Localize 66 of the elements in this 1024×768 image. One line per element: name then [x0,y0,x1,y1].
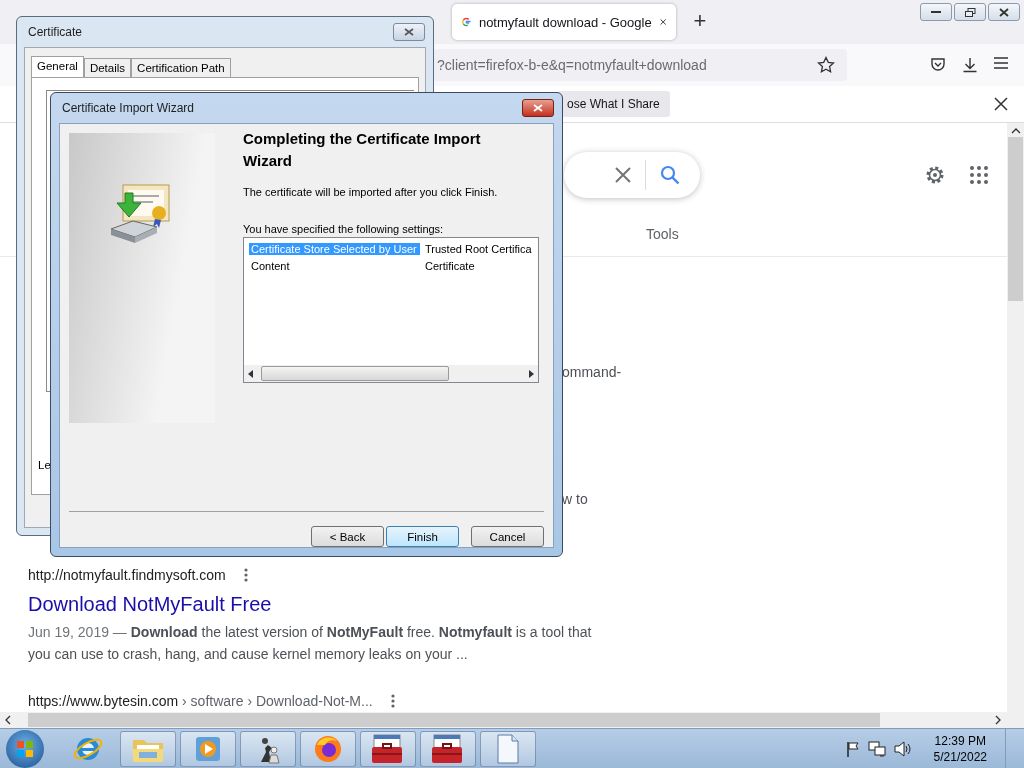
close-button[interactable] [522,99,554,117]
media-player-icon[interactable] [193,734,223,764]
fox-globe-icon[interactable] [312,733,344,765]
dialog-tab[interactable]: Certification Path [131,58,231,77]
wizard-message: The certificate will be imported after you click Finish. [243,186,499,198]
scroll-thumb[interactable] [28,713,880,727]
result-url: https://www.bytesin.com › software › Download-Not-M... [28,693,373,709]
tools-tab[interactable]: Tools [646,225,679,242]
minimize-button[interactable] [920,3,952,21]
wizard-heading: Completing the Certificate Import Wizard [243,129,482,171]
clear-icon[interactable] [615,167,631,183]
snippet-text: ommand- [562,364,623,380]
setting-value: Trusted Root Certifica [424,242,532,255]
result-snippet: Jun 19, 2019 — Download the latest version of NotMyFault free. Notmyfault is a tool that you can use to crash, hang, and cause kernel memory leaks on your ... [28,623,593,664]
vertical-scrollbar[interactable] [1007,123,1024,712]
scroll-up-icon[interactable] [1010,127,1021,135]
search-icon[interactable] [660,165,680,185]
close-icon[interactable] [404,28,414,36]
speaker-icon[interactable] [893,741,912,757]
close-button[interactable] [988,3,1020,21]
network-icon[interactable] [867,741,886,757]
download-icon[interactable] [962,57,978,73]
scroll-left-icon[interactable] [4,715,12,725]
star-icon[interactable] [817,56,835,74]
scroll-right-icon[interactable] [529,369,534,378]
clock[interactable]: 12:39 PM 5/21/2022 [933,733,987,765]
address-field[interactable]: ?client=firefox-b-e&q=notmyfault+download [433,49,847,81]
scroll-left-icon[interactable] [248,369,253,378]
close-icon[interactable] [999,7,1009,17]
scroll-thumb[interactable] [1008,137,1023,301]
wizard-button[interactable]: Finish [386,526,459,547]
result-title-link[interactable]: Download NotMyFault Free [28,591,272,617]
settings-list[interactable]: Certificate Store Selected by User Trusted Root Certifica Content Certificate [243,237,539,383]
close-button[interactable] [393,23,425,41]
restore-icon[interactable] [964,7,976,17]
flag-icon[interactable] [845,741,860,757]
horizontal-scrollbar[interactable] [0,712,1024,728]
wizard-button[interactable]: < Back [311,526,384,547]
menu-icon[interactable] [994,57,1008,69]
new-tab-button[interactable]: + [686,6,714,36]
window-title: Certificate Import Wizard [62,101,195,115]
wizard-button[interactable]: Cancel [471,526,544,547]
dialog-tab[interactable]: General [31,56,84,77]
dialog-tab[interactable]: Details [83,58,132,77]
scroll-right-icon[interactable] [994,715,1002,725]
field-label: Le [38,459,51,471]
result-url: http://notmyfault.findmysoft.com [28,567,226,583]
share-choice-button[interactable]: ose What I Share [557,91,670,117]
settings-label: You have specified the following settings: [243,223,445,235]
g-icon [462,15,471,29]
window-title: Certificate [28,25,83,39]
pocket-icon[interactable] [930,57,946,73]
browser-tab[interactable]: notmyfault download - Google [452,4,676,40]
more-icon[interactable] [390,694,395,708]
minimize-icon[interactable] [931,10,941,14]
close-icon[interactable] [994,97,1008,111]
setting-name[interactable]: Content [249,259,420,272]
horizontal-scrollbar[interactable] [244,365,538,382]
apps-grid-icon[interactable] [970,166,988,184]
more-icon[interactable] [243,568,248,582]
scroll-thumb[interactable] [261,366,449,381]
start-button[interactable] [6,730,44,768]
setting-value: Certificate [424,259,475,272]
close-icon[interactable] [659,17,666,27]
settings-icon[interactable] [924,164,946,186]
restore-button[interactable] [954,3,986,21]
